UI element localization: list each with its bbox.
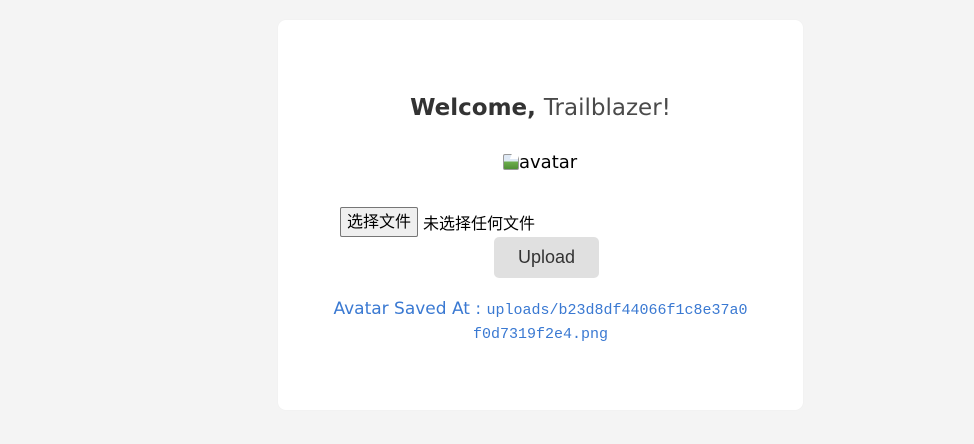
page-title: Welcome, Trailblazer! (278, 93, 803, 123)
file-status: 未选择任何文件 (423, 214, 536, 233)
broken-image-icon (503, 153, 521, 170)
upload-button[interactable]: Upload (494, 237, 599, 278)
profile-card: Welcome, Trailblazer! avatar 选择文件 未选择任何文… (278, 20, 803, 410)
saved-path-message: Avatar Saved At : uploads/b23d8df44066f1… (278, 298, 803, 346)
file-input[interactable]: 选择文件 未选择任何文件 (340, 207, 535, 237)
choose-file-button[interactable]: 选择文件 (340, 207, 419, 237)
username: Trailblazer! (543, 95, 671, 121)
welcome-prefix: Welcome, (410, 95, 544, 121)
saved-path-part2: f0d7319f2e4.png (472, 326, 609, 343)
saved-path-part1: uploads/b23d8df44066f1c8e37a0 (486, 302, 748, 319)
avatar-image: avatar (503, 151, 578, 173)
saved-label: Avatar Saved At : (333, 299, 482, 319)
avatar-alt-text: avatar (519, 151, 578, 173)
